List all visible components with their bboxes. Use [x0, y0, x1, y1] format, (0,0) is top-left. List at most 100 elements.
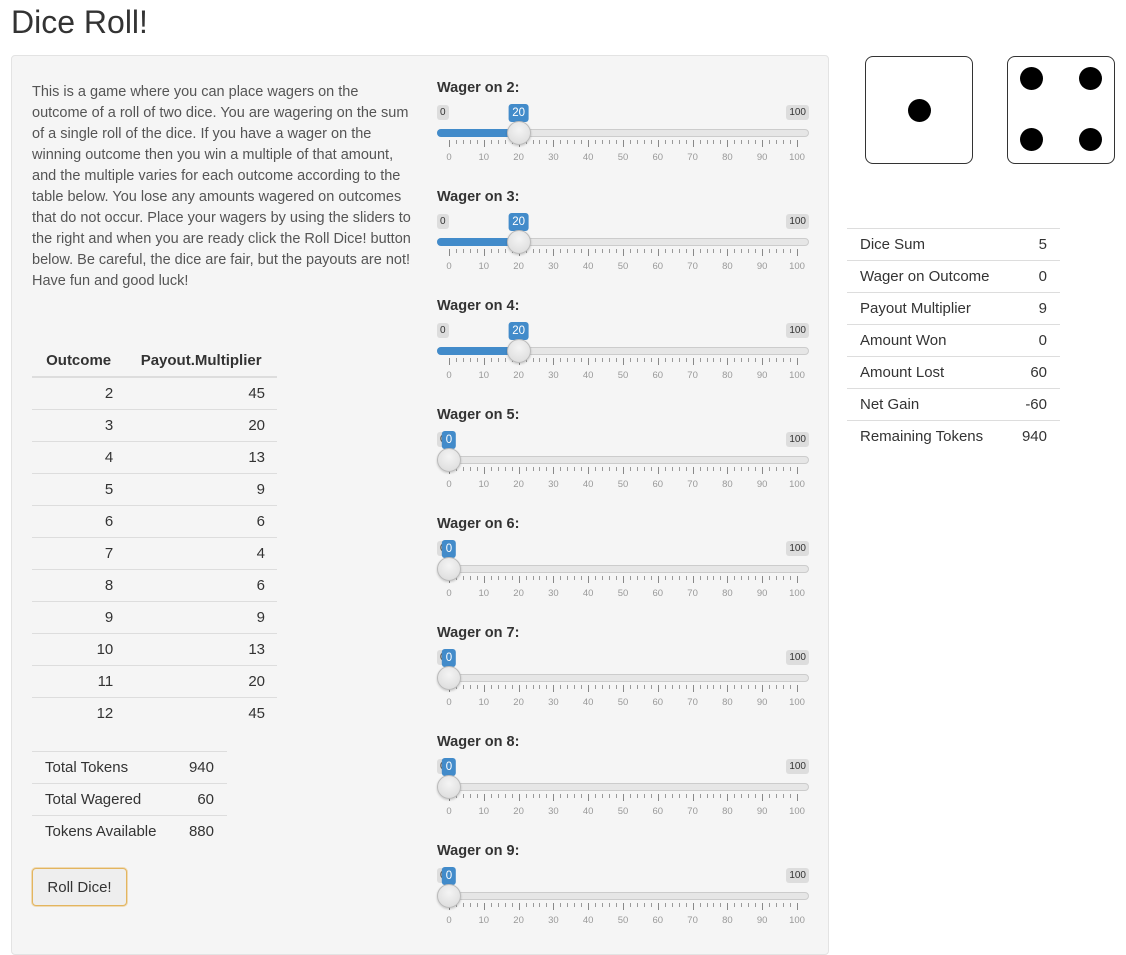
slider-tick: [511, 467, 513, 471]
slider-tick-label: 10: [478, 806, 490, 817]
slider-tick-label: 90: [756, 697, 768, 708]
slider-tick: [783, 358, 785, 362]
slider-tick: [588, 467, 590, 474]
slider-tick: [497, 467, 499, 471]
slider-tick-labels: 0 10 20 30 40 50 60 70 80 90 100: [446, 152, 805, 164]
slider-tick: [769, 467, 771, 471]
slider-tick: [595, 794, 597, 798]
slider-tick-label: 40: [582, 479, 594, 490]
slider-tick: [490, 576, 492, 580]
slider-tick-label: 40: [582, 697, 594, 708]
slider-tick-label: 80: [722, 261, 733, 272]
slider-tick: [581, 794, 583, 798]
roll-dice-button[interactable]: Roll Dice!: [32, 868, 127, 906]
slider-track[interactable]: [437, 456, 809, 464]
slider-tick: [685, 249, 687, 253]
slider-tick: [678, 358, 680, 362]
slider-tick: [685, 903, 687, 907]
slider-tick: [602, 903, 604, 907]
slider-track[interactable]: [437, 892, 809, 900]
slider-tick: [560, 467, 562, 471]
slider-tick: [643, 794, 645, 798]
slider-tick: [755, 249, 757, 253]
slider-handle[interactable]: [437, 666, 461, 690]
slider-tick: [490, 249, 492, 253]
slider-tick: [546, 467, 548, 471]
slider-tick: [748, 685, 750, 689]
die-pip: [1079, 66, 1103, 90]
slider-tick: [476, 140, 478, 144]
slider-handle[interactable]: [506, 121, 531, 145]
slider-handle[interactable]: [437, 557, 461, 581]
slider-tick: [650, 140, 652, 144]
slider-tick: [734, 794, 736, 798]
slider-tick: [727, 576, 729, 583]
slider-tick: [525, 794, 527, 798]
totals-label: Total Tokens: [32, 751, 175, 784]
slider-label: Wager on 2:: [437, 80, 520, 96]
slider-tick: [532, 903, 534, 907]
slider-tick: [797, 467, 798, 474]
slider-tick: [664, 903, 666, 907]
slider-tick-label: 0: [446, 806, 452, 817]
slider-handle[interactable]: [437, 884, 461, 908]
outcome-cell: 5: [32, 473, 126, 506]
slider-track[interactable]: [437, 674, 809, 682]
slider-tick: [636, 576, 638, 580]
slider-tick: [797, 576, 798, 583]
slider-track[interactable]: [437, 565, 809, 573]
slider-tick: [567, 467, 569, 471]
slider-tick-labels: 0 10 20 30 40 50 60 70 80 90 100: [446, 588, 805, 600]
slider-tick: [755, 685, 757, 689]
slider-tick: [511, 903, 513, 907]
slider-tick: [762, 140, 764, 147]
slider-track[interactable]: [437, 783, 809, 791]
payout-multiplier-cell: 4: [125, 537, 277, 570]
slider-tick-label: 70: [687, 479, 698, 490]
slider-tick: [671, 358, 673, 362]
slider-tick: [623, 358, 624, 365]
slider-tick: [476, 903, 478, 907]
slider-handle[interactable]: [506, 339, 531, 363]
slider-tick: [734, 576, 736, 580]
slider-tick: [692, 794, 694, 801]
slider-tick: [713, 685, 715, 689]
slider-tick: [553, 249, 555, 256]
slider-label: Wager on 3:: [437, 189, 520, 205]
slider-tick: [574, 249, 576, 253]
slider-tick: [483, 249, 485, 256]
slider-tick: [678, 794, 680, 798]
slider-tick-label: 70: [687, 697, 698, 708]
slider-tick: [720, 903, 722, 907]
outcome-cell: 11: [32, 665, 126, 698]
slider-tick: [560, 685, 562, 689]
outcome-cell: 3: [32, 409, 126, 442]
slider-tick: [755, 358, 757, 362]
slider-tick: [581, 903, 583, 907]
slider-tick: [588, 576, 590, 583]
slider-tick: [609, 903, 611, 907]
slider-tick-label: 50: [617, 370, 629, 381]
slider-tick: [790, 358, 792, 362]
slider-tick: [643, 249, 645, 253]
slider-tick: [553, 467, 555, 474]
slider-tick-label: 60: [652, 806, 664, 817]
slider-handle[interactable]: [506, 230, 531, 254]
slider-tick-label: 20: [513, 915, 524, 926]
slider-tick-label: 50: [617, 261, 629, 272]
slider-tick: [546, 249, 548, 253]
die-pip: [1019, 128, 1043, 152]
slider-tick: [609, 794, 611, 798]
slider-tick-label: 50: [617, 806, 629, 817]
slider-handle[interactable]: [437, 775, 461, 799]
slider-tick: [636, 794, 638, 798]
payout-multiplier-cell: 45: [125, 376, 277, 410]
slider-tick: [483, 903, 485, 910]
slider-tick: [602, 576, 604, 580]
slider-tick: [616, 140, 618, 144]
slider-handle[interactable]: [437, 448, 461, 472]
slider-tick-label: 20: [513, 152, 524, 163]
slider-tick: [699, 358, 701, 362]
slider-tick: [783, 576, 785, 580]
slider-tick: [776, 685, 778, 689]
